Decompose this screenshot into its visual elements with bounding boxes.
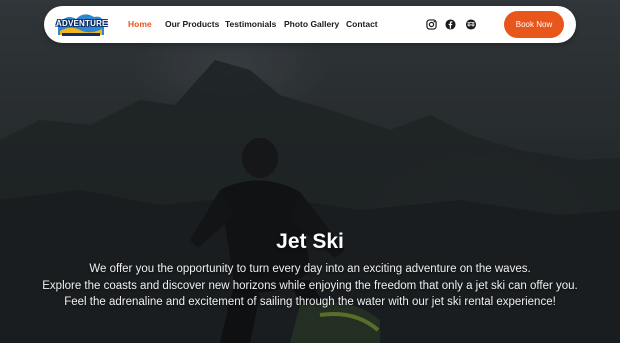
brand-logo-text: ADVENTURE xyxy=(56,19,108,28)
nav-testimonials[interactable]: Testimonials xyxy=(225,19,276,29)
facebook-icon[interactable] xyxy=(445,19,456,30)
nav-photo-gallery[interactable]: Photo Gallery xyxy=(284,19,339,29)
nav-home[interactable]: Home xyxy=(128,19,152,29)
hero-description-line-3: Feel the adrenaline and excitement of sa… xyxy=(64,296,556,308)
instagram-icon[interactable] xyxy=(426,19,437,30)
nav-our-products[interactable]: Our Products xyxy=(165,19,219,29)
tripadvisor-icon[interactable] xyxy=(465,19,477,30)
hero-title: Jet Ski xyxy=(276,230,344,253)
book-now-button[interactable]: Book Now xyxy=(504,11,564,38)
top-navbar: ADVENTURE Home Our Products Testimonials… xyxy=(44,6,576,43)
hero-description-line-2: Explore the coasts and discover new hori… xyxy=(42,280,578,292)
hero-description-line-1: We offer you the opportunity to turn eve… xyxy=(89,263,531,275)
nav-contact[interactable]: Contact xyxy=(346,19,378,29)
